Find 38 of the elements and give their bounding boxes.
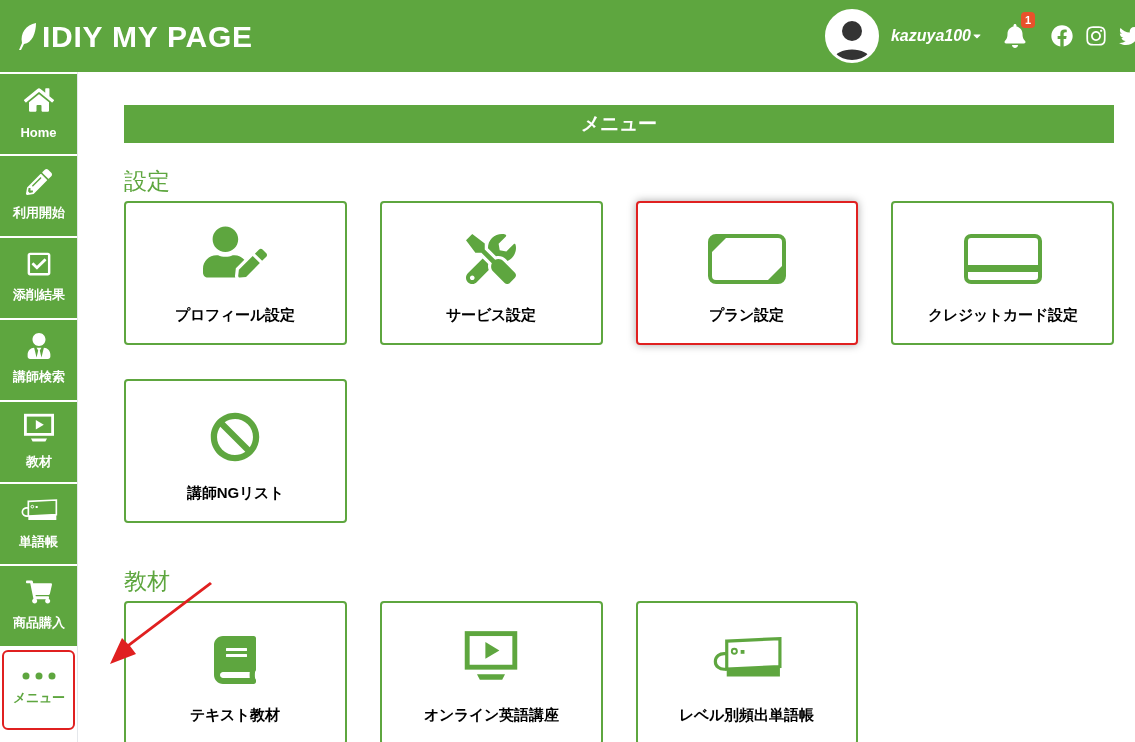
bell-icon[interactable] xyxy=(1003,24,1027,48)
sidebar-item[interactable]: 利用開始 xyxy=(0,156,77,236)
menu-card[interactable]: オンライン英語講座 xyxy=(379,601,603,742)
credit-card-icon xyxy=(963,233,1042,284)
feather-icon xyxy=(16,21,38,51)
menu-card[interactable]: テキスト教材 xyxy=(124,601,347,742)
menu-title-bar: メニュー xyxy=(124,105,1114,143)
checkbox-icon xyxy=(25,251,52,278)
username-menu[interactable]: kazuya100 xyxy=(890,24,983,48)
menu-card[interactable]: 講師NGリスト xyxy=(124,379,347,523)
menu-card[interactable]: プロフィール設定 xyxy=(124,201,347,345)
sidebar-item[interactable]: Home xyxy=(0,74,77,154)
card-icon xyxy=(707,233,786,284)
menu-card[interactable]: クレジットカード設定 xyxy=(891,201,1114,345)
logo-text[interactable]: IDIY MY PAGE xyxy=(42,13,253,59)
twitter-icon[interactable] xyxy=(1119,25,1135,47)
sidebar-item[interactable]: メニュー xyxy=(2,650,75,730)
facebook-icon[interactable] xyxy=(1051,25,1073,47)
menu-card[interactable]: レベル別頻出単語帳 xyxy=(635,601,859,742)
menu-card[interactable]: サービス設定 xyxy=(379,201,603,345)
person-icon xyxy=(25,333,52,360)
sidebar-item[interactable]: 添削結果 xyxy=(0,238,77,318)
monitor-icon xyxy=(22,412,55,445)
instagram-icon[interactable] xyxy=(1085,25,1107,47)
cart-icon xyxy=(25,579,52,606)
prohibited-icon xyxy=(210,411,261,462)
sidebar-item[interactable]: 教材 xyxy=(0,402,77,482)
tools-icon xyxy=(466,233,517,284)
section-heading: 教材 xyxy=(124,567,171,595)
dots-icon xyxy=(21,672,56,681)
menu-card[interactable]: プラン設定 xyxy=(635,201,859,345)
sidebar-item[interactable]: 単語帳 xyxy=(0,484,77,564)
pencil-icon xyxy=(25,169,52,196)
notification-badge: 1 xyxy=(1020,12,1035,28)
sidebar-item[interactable]: 商品購入 xyxy=(0,566,77,646)
avatar[interactable] xyxy=(824,9,879,63)
sidebar-item[interactable]: 講師検索 xyxy=(0,320,77,400)
section-heading: 設定 xyxy=(124,167,171,195)
